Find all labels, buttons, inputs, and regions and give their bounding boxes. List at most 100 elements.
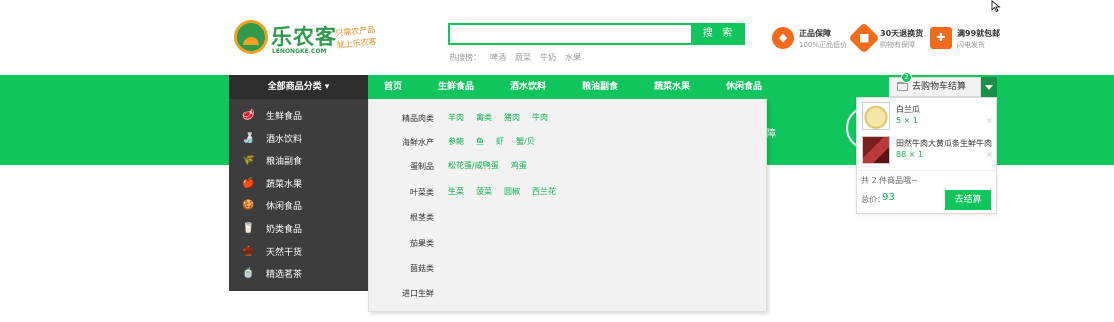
cart-item-thumbnail xyxy=(862,102,890,130)
category-label: 蔬菜水果 xyxy=(266,179,303,190)
mega-sub-link[interactable]: 牛肉 xyxy=(532,113,548,122)
all-categories-button[interactable]: 全部商品分类 ▾ xyxy=(229,75,368,99)
cart-item-thumbnail xyxy=(862,136,890,164)
category-item-grain[interactable]: 🌾 粮油副食 xyxy=(229,150,368,173)
mega-sub-link[interactable]: 禽类 xyxy=(476,113,492,122)
search-button[interactable]: 搜 索 xyxy=(693,23,745,45)
bottle-icon: 🍶 xyxy=(242,132,255,144)
mega-row-title[interactable]: 叶菜类 xyxy=(410,187,434,198)
cart-item-name: 田然牛肉大黄瓜条生鲜牛肉 xyxy=(896,139,992,148)
mega-sub-link[interactable]: 鸡蛋 xyxy=(511,161,527,170)
cart-dropdown-toggle[interactable] xyxy=(981,77,997,97)
promise-subtitle: 闪电发货 xyxy=(957,41,985,49)
category-label: 休闲食品 xyxy=(266,202,303,213)
category-item-dried[interactable]: 🌰 天然干货 xyxy=(229,241,368,264)
mega-sub-link[interactable]: 猪肉 xyxy=(504,113,520,122)
cart-item-remove-icon[interactable]: × xyxy=(986,150,993,159)
category-item-fruit[interactable]: 🍎 蔬菜水果 xyxy=(229,173,368,196)
mega-row-title[interactable]: 进口生鲜 xyxy=(402,288,434,299)
box-icon: ■ xyxy=(848,22,880,54)
category-label: 粮油副食 xyxy=(266,157,303,168)
mega-row-leafy: 叶菜类 生菜 菠菜 圆椒 西兰花 xyxy=(369,183,768,203)
cart-button-label: 去购物车结算 xyxy=(912,82,967,92)
category-item-snacks[interactable]: 🍪 休闲食品 xyxy=(229,195,368,218)
promise-title: 正品保障 xyxy=(799,29,831,38)
snack-icon: 🍪 xyxy=(242,200,255,212)
logo-domain: LENONGKE.COM xyxy=(272,48,327,55)
category-label: 精选茗茶 xyxy=(266,270,303,281)
cart-item-price: 5 × 1 xyxy=(896,116,918,125)
nav-item-vegetables[interactable]: 蔬菜水果 xyxy=(654,75,690,99)
cart-item-price: 88 × 1 xyxy=(896,150,924,159)
promise-subtitle: 购物有保障 xyxy=(880,41,915,49)
hot-term[interactable]: 牛奶 xyxy=(540,53,556,62)
cart-summary: 共 2 件商品哦~ xyxy=(861,176,918,185)
category-sidebar: 🥩 生鲜食品 🍶 酒水饮料 🌾 粮油副食 🍎 蔬菜水果 🍪 休闲食品 🥛 奶类食… xyxy=(229,99,368,291)
grain-icon: 🌾 xyxy=(242,155,255,167)
nav-item-drinks[interactable]: 酒水饮料 xyxy=(510,75,546,99)
mega-row-title[interactable]: 精品肉类 xyxy=(402,113,434,124)
hot-term[interactable]: 水果 xyxy=(565,53,581,62)
mega-row-title[interactable]: 海鲜水产 xyxy=(402,137,434,148)
mega-sub-link[interactable]: 羊肉 xyxy=(448,113,464,122)
logo-name: 乐农客 xyxy=(271,24,337,49)
hot-search-label: 热搜榜： xyxy=(449,53,481,62)
category-item-dairy[interactable]: 🥛 奶类食品 xyxy=(229,218,368,241)
checkout-button[interactable]: 去结算 xyxy=(945,190,991,210)
search-input[interactable] xyxy=(448,23,693,45)
nav-item-home[interactable]: 首页 xyxy=(384,75,402,99)
category-item-fresh[interactable]: 🥩 生鲜食品 xyxy=(229,105,368,128)
gift-icon: ✚ xyxy=(930,27,952,49)
logo-emblem-icon xyxy=(234,20,268,54)
cart-item[interactable]: 白兰瓜 5 × 1 × xyxy=(862,102,993,134)
mega-row-title[interactable]: 茄果类 xyxy=(410,238,434,249)
cart-item-name: 白兰瓜 xyxy=(896,105,920,114)
apple-icon: 🍎 xyxy=(242,177,255,189)
cart-item[interactable]: 田然牛肉大黄瓜条生鲜牛肉 88 × 1 × xyxy=(862,136,993,168)
category-label: 奶类食品 xyxy=(266,225,303,235)
promise-title: 满99就包邮 xyxy=(957,29,1001,38)
promise-genuine: ◆ 正品保障 100%正品低价 xyxy=(772,27,852,53)
mega-row-imported: 进口生鲜 xyxy=(369,284,768,304)
hot-term[interactable]: 蔬菜 xyxy=(515,53,531,62)
hot-term[interactable]: 啤酒 xyxy=(490,53,506,62)
mega-sub-link[interactable]: 西兰花 xyxy=(532,187,556,196)
mega-sub-link[interactable]: 生菜 xyxy=(448,187,464,196)
category-label: 酒水饮料 xyxy=(266,134,303,145)
mega-sub-link[interactable]: 鱼 xyxy=(476,137,484,146)
mega-row-title[interactable]: 菌菇类 xyxy=(410,263,434,274)
nav-item-grain[interactable]: 粮油副食 xyxy=(582,75,618,99)
cart-icon xyxy=(897,82,908,91)
category-label: 生鲜食品 xyxy=(266,112,303,122)
mega-sub-link[interactable]: 菠菜 xyxy=(476,187,492,196)
promise-title: 30天退换货 xyxy=(880,29,924,38)
category-label: 天然干货 xyxy=(266,247,303,258)
meat-icon: 🥩 xyxy=(242,110,255,121)
mega-row-nightshade: 茄果类 xyxy=(369,234,768,254)
nav-item-snacks[interactable]: 休闲食品 xyxy=(726,75,762,99)
mega-row-title[interactable]: 根茎类 xyxy=(410,212,434,223)
mega-row-mushroom: 菌菇类 xyxy=(369,259,768,279)
cart-divider xyxy=(856,170,997,171)
logo-slogan: 只需农产品 就上乐农客 xyxy=(335,24,377,52)
category-item-tea[interactable]: 🍵 精选茗茶 xyxy=(229,263,368,286)
mega-sub-link[interactable]: 虾 xyxy=(496,137,504,146)
nut-icon: 🌰 xyxy=(242,245,255,257)
category-item-drinks[interactable]: 🍶 酒水饮料 xyxy=(229,128,368,151)
mega-sub-link[interactable]: 松花蛋/咸鸭蛋 xyxy=(448,161,499,170)
mega-row-eggs: 蛋制品 松花蛋/咸鸭蛋 鸡蛋 xyxy=(369,157,768,177)
mega-row-title[interactable]: 蛋制品 xyxy=(410,161,434,172)
tea-icon: 🍵 xyxy=(242,268,255,280)
category-mega-menu: 精品肉类 羊肉 禽类 猪肉 牛肉 海鲜水产 参鲍 鱼 虾 蟹/贝 蛋制品 松花蛋/咸鸭蛋 鸡蛋… xyxy=(368,99,767,312)
mega-sub-link[interactable]: 参鲍 xyxy=(448,137,464,146)
mega-sub-link[interactable]: 圆椒 xyxy=(504,187,520,196)
promise-shipping: ✚ 满99就包邮 闪电发货 xyxy=(930,27,1000,53)
milk-icon: 🥛 xyxy=(242,223,255,234)
site-logo[interactable]: 乐农客 LENONGKE.COM 只需农产品 就上乐农客 xyxy=(234,20,384,56)
nav-item-fresh[interactable]: 生鲜食品 xyxy=(438,75,474,99)
mega-sub-link[interactable]: 蟹/贝 xyxy=(516,137,535,146)
mega-row-roots: 根茎类 xyxy=(369,208,768,228)
cart-count-badge: 2 xyxy=(901,72,912,83)
cart-total-value: 93 xyxy=(882,192,895,203)
cart-item-remove-icon[interactable]: × xyxy=(986,116,993,125)
